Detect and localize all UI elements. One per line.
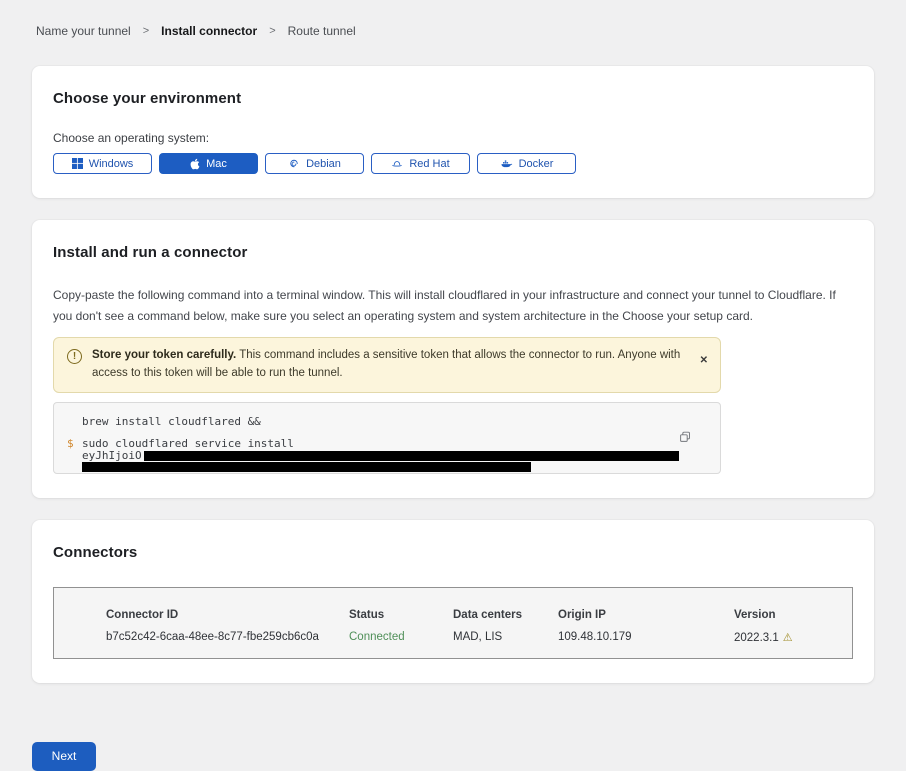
token-prefix: eyJhIjoiO (82, 449, 142, 462)
token-redaction-bar (144, 451, 679, 461)
install-connector-card: Install and run a connector Copy-paste t… (32, 220, 874, 498)
cell-version: 2022.3.1 ⚠ (734, 631, 844, 644)
os-button-label: Mac (206, 158, 227, 170)
install-description: Copy-paste the following command into a … (53, 285, 853, 327)
os-button-label: Red Hat (409, 158, 449, 170)
os-button-label: Debian (306, 158, 341, 170)
alert-circle-icon: ! (67, 349, 82, 364)
breadcrumb-install-connector[interactable]: Install connector (161, 24, 257, 38)
os-button-group: Windows Mac Debian Red Hat (53, 153, 853, 174)
breadcrumb-route-tunnel[interactable]: Route tunnel (288, 24, 356, 38)
choose-environment-title: Choose your environment (53, 90, 853, 107)
token-warning-banner: ! Store your token carefully. This comma… (53, 337, 721, 393)
connectors-card: Connectors Connector ID Status Data cent… (32, 520, 874, 683)
os-button-docker[interactable]: Docker (477, 153, 576, 174)
connectors-table: Connector ID Status Data centers Origin … (53, 587, 853, 659)
version-warning-icon: ⚠ (783, 632, 793, 644)
os-button-redhat[interactable]: Red Hat (371, 153, 470, 174)
column-header-data-centers: Data centers (453, 609, 558, 621)
os-button-windows[interactable]: Windows (53, 153, 152, 174)
token-warning-bold: Store your token carefully. (92, 349, 236, 361)
choose-environment-card: Choose your environment Choose an operat… (32, 66, 874, 198)
os-select-label: Choose an operating system: (53, 131, 853, 145)
terminal-prompt: $ (67, 437, 82, 472)
cell-origin-ip: 109.48.10.179 (558, 631, 734, 644)
apple-icon (190, 158, 200, 170)
connectors-title: Connectors (53, 544, 853, 561)
windows-icon (72, 158, 83, 169)
cell-status: Connected (349, 631, 453, 644)
os-button-label: Windows (89, 158, 134, 170)
redhat-icon (391, 158, 403, 170)
debian-icon (288, 158, 300, 170)
breadcrumb-separator: > (143, 25, 149, 37)
table-header-row: Connector ID Status Data centers Origin … (106, 609, 852, 621)
column-header-origin-ip: Origin IP (558, 609, 734, 621)
column-header-status: Status (349, 609, 453, 621)
column-header-version: Version (734, 609, 844, 621)
version-value: 2022.3.1 (734, 632, 779, 644)
cell-data-centers: MAD, LIS (453, 631, 558, 644)
terminal-command: $ sudo cloudflared service install eyJhI… (67, 437, 720, 472)
terminal-token-line-2 (82, 461, 679, 472)
breadcrumb-separator: > (269, 25, 275, 37)
table-row: b7c52c42-6caa-48ee-8c77-fbe259cb6c0a Con… (106, 631, 852, 644)
terminal-command-body: sudo cloudflared service install eyJhIjo… (82, 437, 679, 472)
breadcrumb: Name your tunnel > Install connector > R… (32, 24, 874, 38)
token-warning-text: Store your token carefully. This command… (92, 347, 690, 383)
os-button-mac[interactable]: Mac (159, 153, 258, 174)
docker-icon (500, 158, 513, 170)
close-icon[interactable]: ✕ (700, 353, 708, 369)
copy-icon[interactable] (678, 430, 692, 447)
cell-connector-id: b7c52c42-6caa-48ee-8c77-fbe259cb6c0a (106, 631, 349, 644)
page: Name your tunnel > Install connector > R… (0, 0, 906, 771)
token-redaction-bar (82, 462, 531, 472)
terminal-command-block: brew install cloudflared && $ sudo cloud… (53, 402, 721, 474)
terminal-line-1: brew install cloudflared && (67, 415, 720, 428)
os-button-debian[interactable]: Debian (265, 153, 364, 174)
breadcrumb-name-your-tunnel[interactable]: Name your tunnel (36, 24, 131, 38)
next-button[interactable]: Next (32, 742, 96, 771)
column-header-connector-id: Connector ID (106, 609, 349, 621)
os-button-label: Docker (519, 158, 554, 170)
terminal-token-line: eyJhIjoiO (82, 450, 679, 461)
install-connector-title: Install and run a connector (53, 244, 853, 261)
